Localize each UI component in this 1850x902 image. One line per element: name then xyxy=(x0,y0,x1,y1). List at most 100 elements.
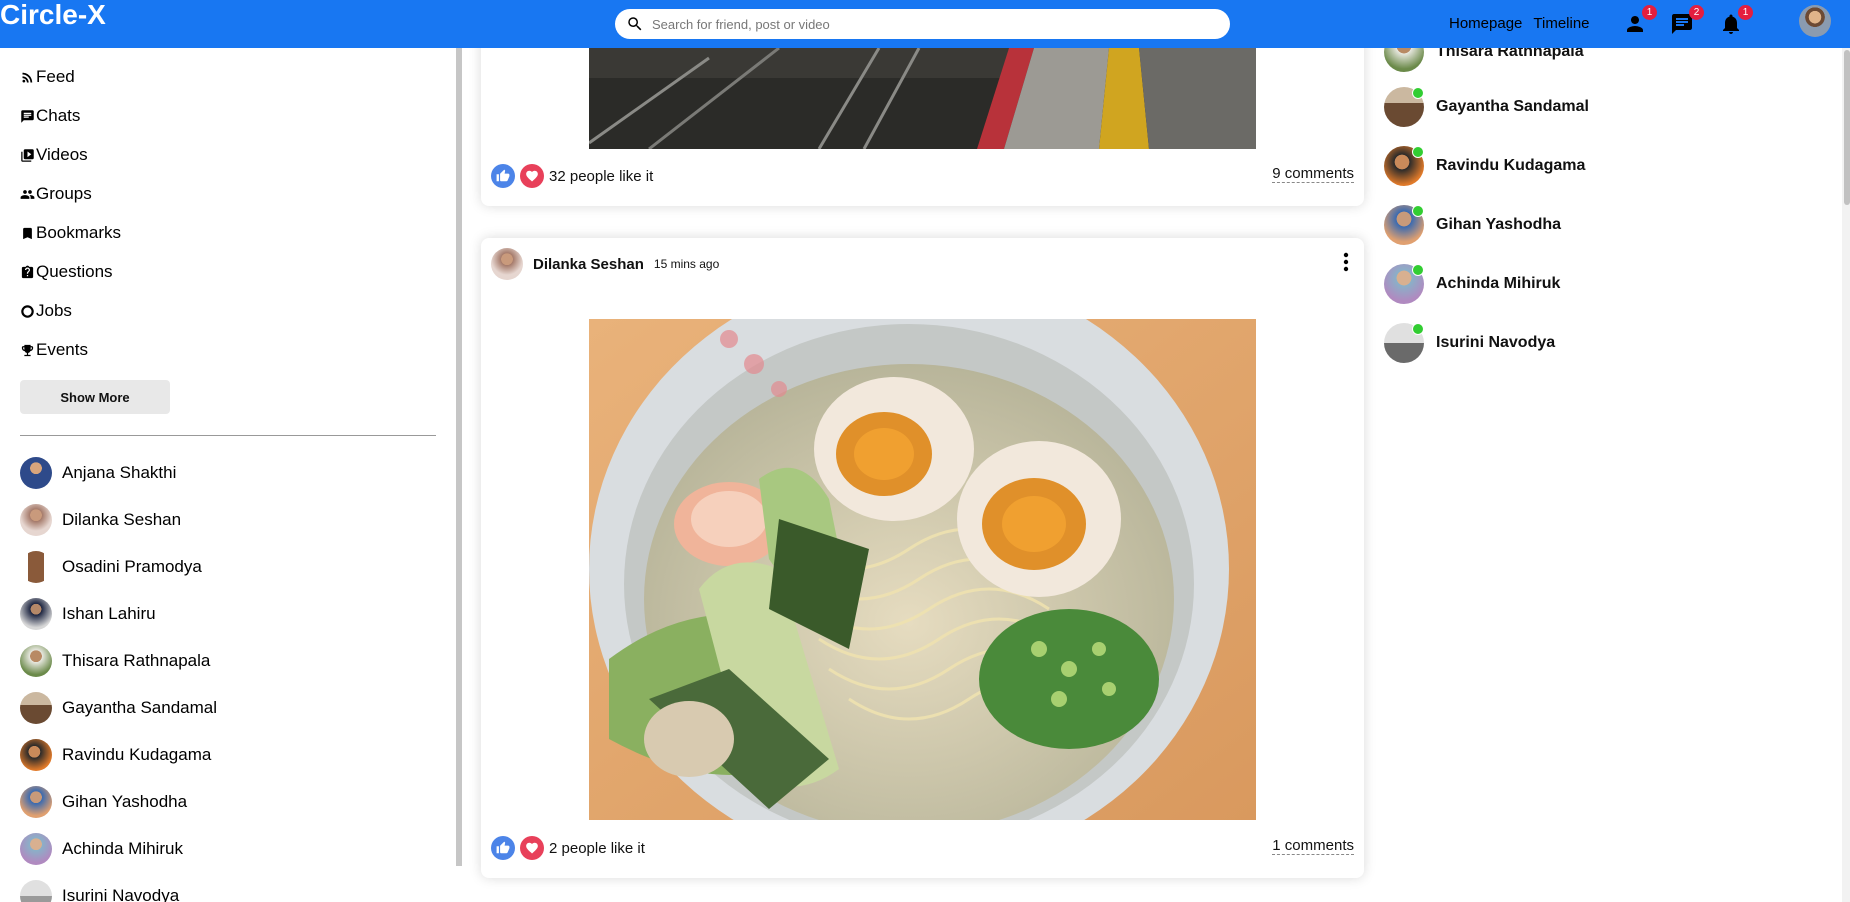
trophy-icon xyxy=(21,344,34,356)
friend-name: Dilanka Seshan xyxy=(62,510,182,529)
post-header: Dilanka Seshan 15 mins ago xyxy=(491,248,719,280)
avatar xyxy=(20,645,52,677)
online-friend[interactable]: Achinda Mihiruk xyxy=(1384,264,1560,304)
friend-item[interactable]: Dilanka Seshan xyxy=(20,504,181,536)
friend-name: Osadini Pramodya xyxy=(62,557,202,576)
top-bar: Circle-X Homepage Timeline 1 2 1 xyxy=(0,0,1850,48)
online-status-dot xyxy=(1412,146,1424,158)
sidebar-item-feed[interactable]: Feed xyxy=(20,67,75,87)
friend-item[interactable]: Ishan Lahiru xyxy=(20,598,156,630)
online-friend-name: Ravindu Kudagama xyxy=(1436,157,1586,174)
post-timestamp: 15 mins ago xyxy=(653,257,720,271)
heart-icon[interactable] xyxy=(520,164,544,188)
friend-requests-badge: 1 xyxy=(1642,5,1657,20)
friend-item[interactable]: Gihan Yashodha xyxy=(20,786,187,818)
search-input[interactable] xyxy=(652,16,1212,32)
show-more-button[interactable]: Show More xyxy=(20,380,170,414)
notifications-button[interactable]: 1 xyxy=(1719,5,1753,36)
friend-name: Isurini Navodya xyxy=(62,886,180,902)
avatar xyxy=(20,739,52,771)
sidebar-item-groups[interactable]: Groups xyxy=(20,184,92,204)
sidebar-item-questions[interactable]: Questions xyxy=(20,262,113,282)
online-friend[interactable]: Ravindu Kudagama xyxy=(1384,146,1585,186)
sidebar-item-bookmarks[interactable]: Bookmarks xyxy=(20,223,121,243)
friend-item[interactable]: Isurini Navodya xyxy=(20,880,179,902)
help-icon xyxy=(21,265,34,278)
friend-item[interactable]: Thisara Rathnapala xyxy=(20,645,210,677)
thumbs-up-icon[interactable] xyxy=(491,164,515,188)
video-library-icon xyxy=(21,148,34,162)
avatar xyxy=(20,692,52,724)
chats-button[interactable]: 2 xyxy=(1670,5,1704,36)
sidebar-item-chats[interactable]: Chats xyxy=(20,106,80,126)
like-count: 32 people like it xyxy=(549,167,654,185)
online-friend-name: Isurini Navodya xyxy=(1436,334,1556,351)
sidebar-item-jobs[interactable]: Jobs xyxy=(20,301,72,321)
sidebar-item-events[interactable]: Events xyxy=(20,340,88,360)
online-friend-name: Gihan Yashodha xyxy=(1436,216,1562,233)
avatar xyxy=(20,833,52,865)
rss-icon xyxy=(22,72,33,82)
groups-icon xyxy=(20,189,35,199)
left-sidebar: Feed Chats Videos Groups Bookmarks Quest… xyxy=(0,48,456,902)
homepage-link[interactable]: Homepage xyxy=(1449,15,1522,32)
friend-name: Anjana Shakthi xyxy=(62,463,177,482)
online-friend-name: Achinda Mihiruk xyxy=(1436,275,1561,292)
online-friend[interactable]: Gayantha Sandamal xyxy=(1384,87,1589,127)
avatar xyxy=(20,551,52,583)
bookmark-icon xyxy=(23,227,32,239)
online-status-dot xyxy=(1412,264,1424,276)
comments-link[interactable]: 1 comments xyxy=(1272,837,1354,855)
sidebar-item-label: Questions xyxy=(36,262,113,281)
sidebar-item-label: Chats xyxy=(36,106,81,125)
avatar xyxy=(20,880,52,902)
notifications-badge: 1 xyxy=(1738,5,1753,20)
friend-item[interactable]: Ravindu Kudagama xyxy=(20,739,211,771)
sidebar-item-label: Jobs xyxy=(36,301,72,320)
avatar xyxy=(20,504,52,536)
friend-name: Thisara Rathnapala xyxy=(62,651,211,670)
avatar xyxy=(20,598,52,630)
avatar xyxy=(20,786,52,818)
like-count: 2 people like it xyxy=(549,839,645,857)
friend-item[interactable]: Osadini Pramodya xyxy=(20,551,202,583)
online-friend-name: Gayantha Sandamal xyxy=(1436,98,1589,115)
friend-item[interactable]: Achinda Mihiruk xyxy=(20,833,183,865)
post-image[interactable] xyxy=(589,48,1256,149)
railway-photo xyxy=(589,48,1256,149)
avatar xyxy=(1384,146,1424,186)
friend-name: Achinda Mihiruk xyxy=(62,839,183,858)
sidebar-item-label: Bookmarks xyxy=(36,223,122,242)
sidebar-item-videos[interactable]: Videos xyxy=(20,145,88,165)
sidebar-item-label: Videos xyxy=(36,145,88,164)
divider xyxy=(20,435,436,436)
online-friend[interactable]: Isurini Navodya xyxy=(1384,323,1555,363)
search-icon xyxy=(628,17,642,31)
friend-name: Gayantha Sandamal xyxy=(62,698,217,717)
avatar[interactable] xyxy=(491,248,523,280)
friend-requests-button[interactable]: 1 xyxy=(1623,5,1657,36)
friend-name: Gihan Yashodha xyxy=(62,792,188,811)
more-vert-icon[interactable] xyxy=(1342,252,1350,272)
reaction-row: 32 people like it xyxy=(491,164,653,188)
sidebar-item-label: Groups xyxy=(36,184,92,203)
online-friends-panel: Thisara Rathnapala Gayantha Sandamal Rav… xyxy=(1381,32,1841,902)
friend-item[interactable]: Gayantha Sandamal xyxy=(20,692,217,724)
profile-avatar[interactable] xyxy=(1799,5,1831,37)
sidebar-scrollbar[interactable] xyxy=(456,48,462,866)
online-friend[interactable]: Gihan Yashodha xyxy=(1384,205,1561,245)
ramen-photo xyxy=(589,319,1256,820)
post-image[interactable] xyxy=(589,319,1256,820)
sidebar-item-label: Feed xyxy=(36,67,75,86)
logo[interactable]: Circle-X xyxy=(0,0,106,30)
post-card: Dilanka Seshan 15 mins ago 2 people like… xyxy=(481,238,1364,878)
heart-icon[interactable] xyxy=(520,836,544,860)
thumbs-up-icon[interactable] xyxy=(491,836,515,860)
timeline-link[interactable]: Timeline xyxy=(1533,15,1589,32)
friend-item[interactable]: Anjana Shakthi xyxy=(20,457,176,489)
sidebar-item-label: Events xyxy=(36,340,88,359)
comments-link[interactable]: 9 comments xyxy=(1272,165,1354,183)
post-author[interactable]: Dilanka Seshan xyxy=(533,256,644,273)
page-scrollbar-thumb[interactable] xyxy=(1844,50,1850,205)
search-bar[interactable] xyxy=(615,9,1230,39)
